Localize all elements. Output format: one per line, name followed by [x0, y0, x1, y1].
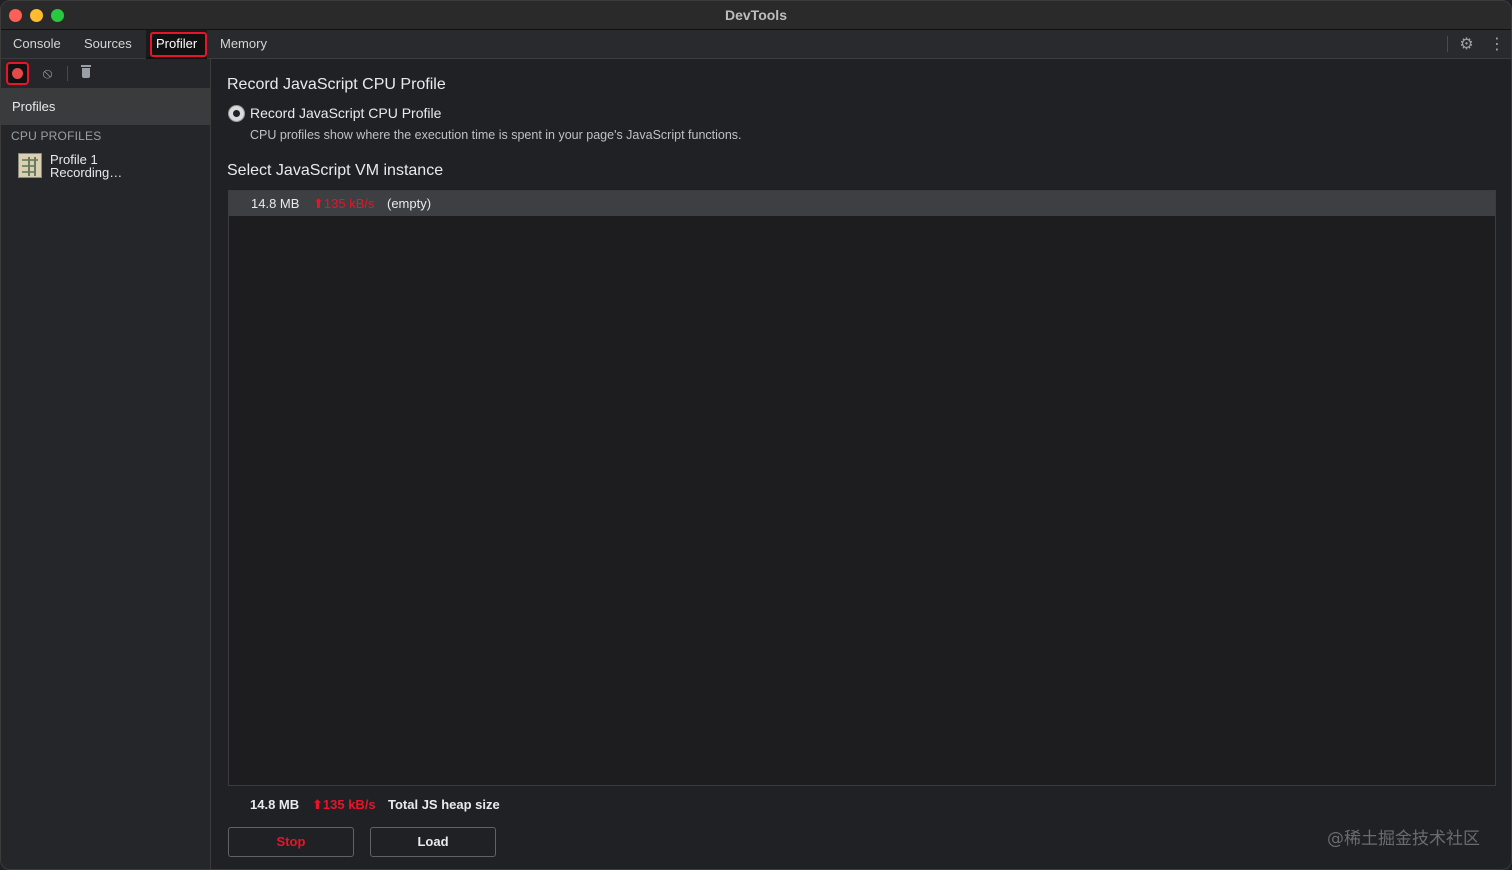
profile-chart-icon — [18, 153, 42, 178]
vm-instance-row[interactable]: 14.8 MB ⬆135 kB/s (empty) — [229, 191, 1495, 216]
devtools-window: DevTools Console Sources Profiler Memory… — [0, 0, 1512, 870]
radio-description: CPU profiles show where the execution ti… — [250, 128, 742, 142]
profile-status: Recording… — [50, 165, 123, 180]
record-button[interactable] — [6, 62, 29, 85]
toolbar-divider — [67, 66, 68, 81]
tab-label: Console — [13, 36, 61, 51]
watermark: @稀土掘金技术社区 — [1327, 829, 1480, 849]
heap-size: 14.8 MB — [250, 797, 300, 812]
tab-console[interactable]: Console — [3, 30, 71, 58]
cpu-profiles-section-label: CPU PROFILES — [11, 129, 102, 143]
heap-label: Total JS heap size — [388, 797, 500, 812]
profiler-main-panel: Record JavaScript CPU Profile Record Jav… — [212, 59, 1511, 869]
toolbar-divider — [1447, 36, 1448, 52]
vm-section-title: Select JavaScript VM instance — [227, 162, 444, 179]
title-bar: DevTools — [1, 1, 1511, 30]
trash-icon[interactable] — [78, 64, 94, 82]
profiles-sidebar: ⦸ Profiles CPU PROFILES Profile 1 Record… — [1, 59, 211, 869]
gear-icon[interactable]: ⚙ — [1458, 36, 1475, 53]
tab-memory[interactable]: Memory — [210, 30, 277, 58]
radio-label: Record JavaScript CPU Profile — [250, 105, 442, 121]
radio-button[interactable] — [228, 105, 245, 122]
tab-label: Memory — [220, 36, 267, 51]
profiles-header[interactable]: Profiles — [1, 88, 210, 125]
window-title: DevTools — [725, 7, 787, 23]
profiler-toolbar: ⦸ — [1, 59, 211, 88]
vm-heap-size: 14.8 MB — [251, 196, 300, 211]
record-icon — [12, 68, 23, 79]
tab-sources[interactable]: Sources — [74, 30, 142, 58]
stop-button[interactable]: Stop — [228, 827, 354, 857]
clear-icon[interactable]: ⦸ — [39, 65, 56, 82]
panel-tab-bar: Console Sources Profiler Memory ⚙ ⋮ — [1, 30, 1511, 59]
heap-rate: ⬆135 kB/s — [312, 797, 376, 812]
load-button[interactable]: Load — [370, 827, 496, 857]
vm-instance-list: 14.8 MB ⬆135 kB/s (empty) — [228, 190, 1496, 786]
vm-instance-name: (empty) — [387, 196, 432, 211]
profile-list-item[interactable]: Profile 1 Recording… — [18, 151, 208, 181]
tab-label: Sources — [84, 36, 132, 51]
page-title: Record JavaScript CPU Profile — [227, 76, 446, 93]
kebab-icon[interactable]: ⋮ — [1489, 36, 1505, 53]
tab-label: Profiler — [156, 36, 198, 51]
vm-heap-rate: ⬆135 kB/s — [313, 196, 375, 211]
tab-profiler[interactable]: Profiler — [146, 30, 208, 59]
